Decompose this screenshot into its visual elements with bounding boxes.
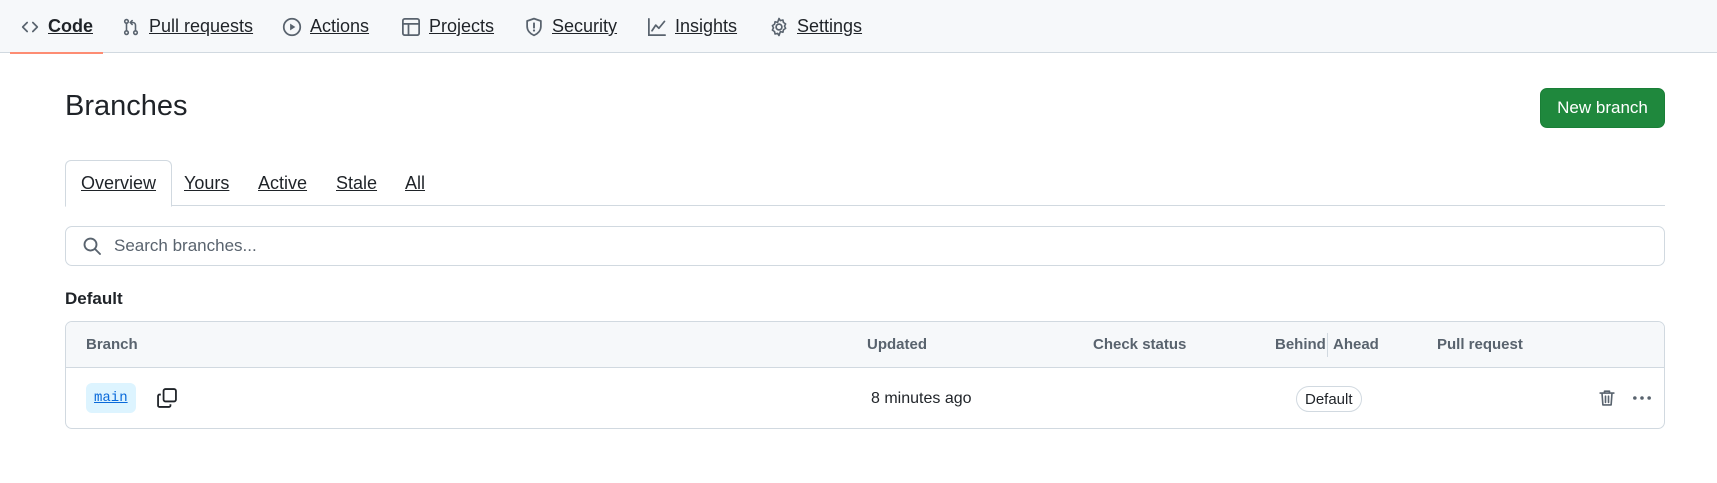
repo-nav: Code Pull requests Actions Projects Secu… <box>0 0 1717 54</box>
section-title-default: Default <box>65 289 123 308</box>
search-input[interactable] <box>112 235 1616 257</box>
nav-item-label: Security <box>552 16 618 36</box>
nav-item-insights[interactable]: Insights <box>647 0 737 53</box>
nav-item-label: Code <box>48 16 93 36</box>
nav-item-label: Projects <box>429 16 495 36</box>
column-header-check-status: Check status <box>1093 336 1187 353</box>
branch-tabs: Overview Yours Active Stale All <box>65 160 1665 207</box>
git-pull-request-icon <box>121 17 141 37</box>
search-icon <box>82 236 102 256</box>
nav-item-label: Insights <box>675 16 738 36</box>
column-header-pull-request: Pull request <box>1437 336 1523 353</box>
copy-icon[interactable] <box>152 383 182 413</box>
column-header-ahead: Ahead <box>1333 336 1379 353</box>
nav-item-projects[interactable]: Projects <box>401 0 494 53</box>
nav-item-pull-requests[interactable]: Pull requests <box>121 0 253 53</box>
nav-item-label: Pull requests <box>149 16 254 36</box>
nav-item-actions[interactable]: Actions <box>282 0 369 53</box>
page-title: Branches <box>65 90 188 122</box>
gear-icon <box>769 17 789 37</box>
tab-stale[interactable]: Stale <box>336 160 377 206</box>
nav-item-label: Settings <box>797 16 863 36</box>
default-badge: Default <box>1296 386 1362 412</box>
shield-icon <box>524 17 544 37</box>
tab-all[interactable]: All <box>405 160 425 206</box>
column-header-updated: Updated <box>867 336 927 353</box>
column-header-behind: Behind <box>1275 336 1326 353</box>
branches-table: Branch Updated Check status Behind Ahead… <box>65 321 1665 429</box>
table-icon <box>401 17 421 37</box>
nav-item-settings[interactable]: Settings <box>769 0 862 53</box>
graph-icon <box>647 17 667 37</box>
new-branch-button[interactable]: New branch <box>1540 88 1665 128</box>
nav-item-code[interactable]: Code <box>10 0 103 54</box>
kebab-horizontal-icon[interactable] <box>1627 383 1657 413</box>
trash-icon[interactable] <box>1592 383 1622 413</box>
table-row: main 8 minutes ago Default <box>66 368 1664 428</box>
column-header-branch: Branch <box>86 336 138 353</box>
play-icon <box>282 17 302 37</box>
code-icon <box>20 17 40 37</box>
table-header: Branch Updated Check status Behind Ahead… <box>66 322 1664 368</box>
branch-name-link[interactable]: main <box>86 383 136 413</box>
branch-search <box>65 226 1665 266</box>
nav-item-label: Actions <box>310 16 370 36</box>
updated-time: 8 minutes ago <box>871 389 972 407</box>
tab-yours[interactable]: Yours <box>184 160 229 206</box>
behind-ahead-divider <box>1327 333 1328 357</box>
nav-item-security[interactable]: Security <box>524 0 617 53</box>
tab-overview[interactable]: Overview <box>65 160 173 207</box>
tab-active[interactable]: Active <box>258 160 307 206</box>
